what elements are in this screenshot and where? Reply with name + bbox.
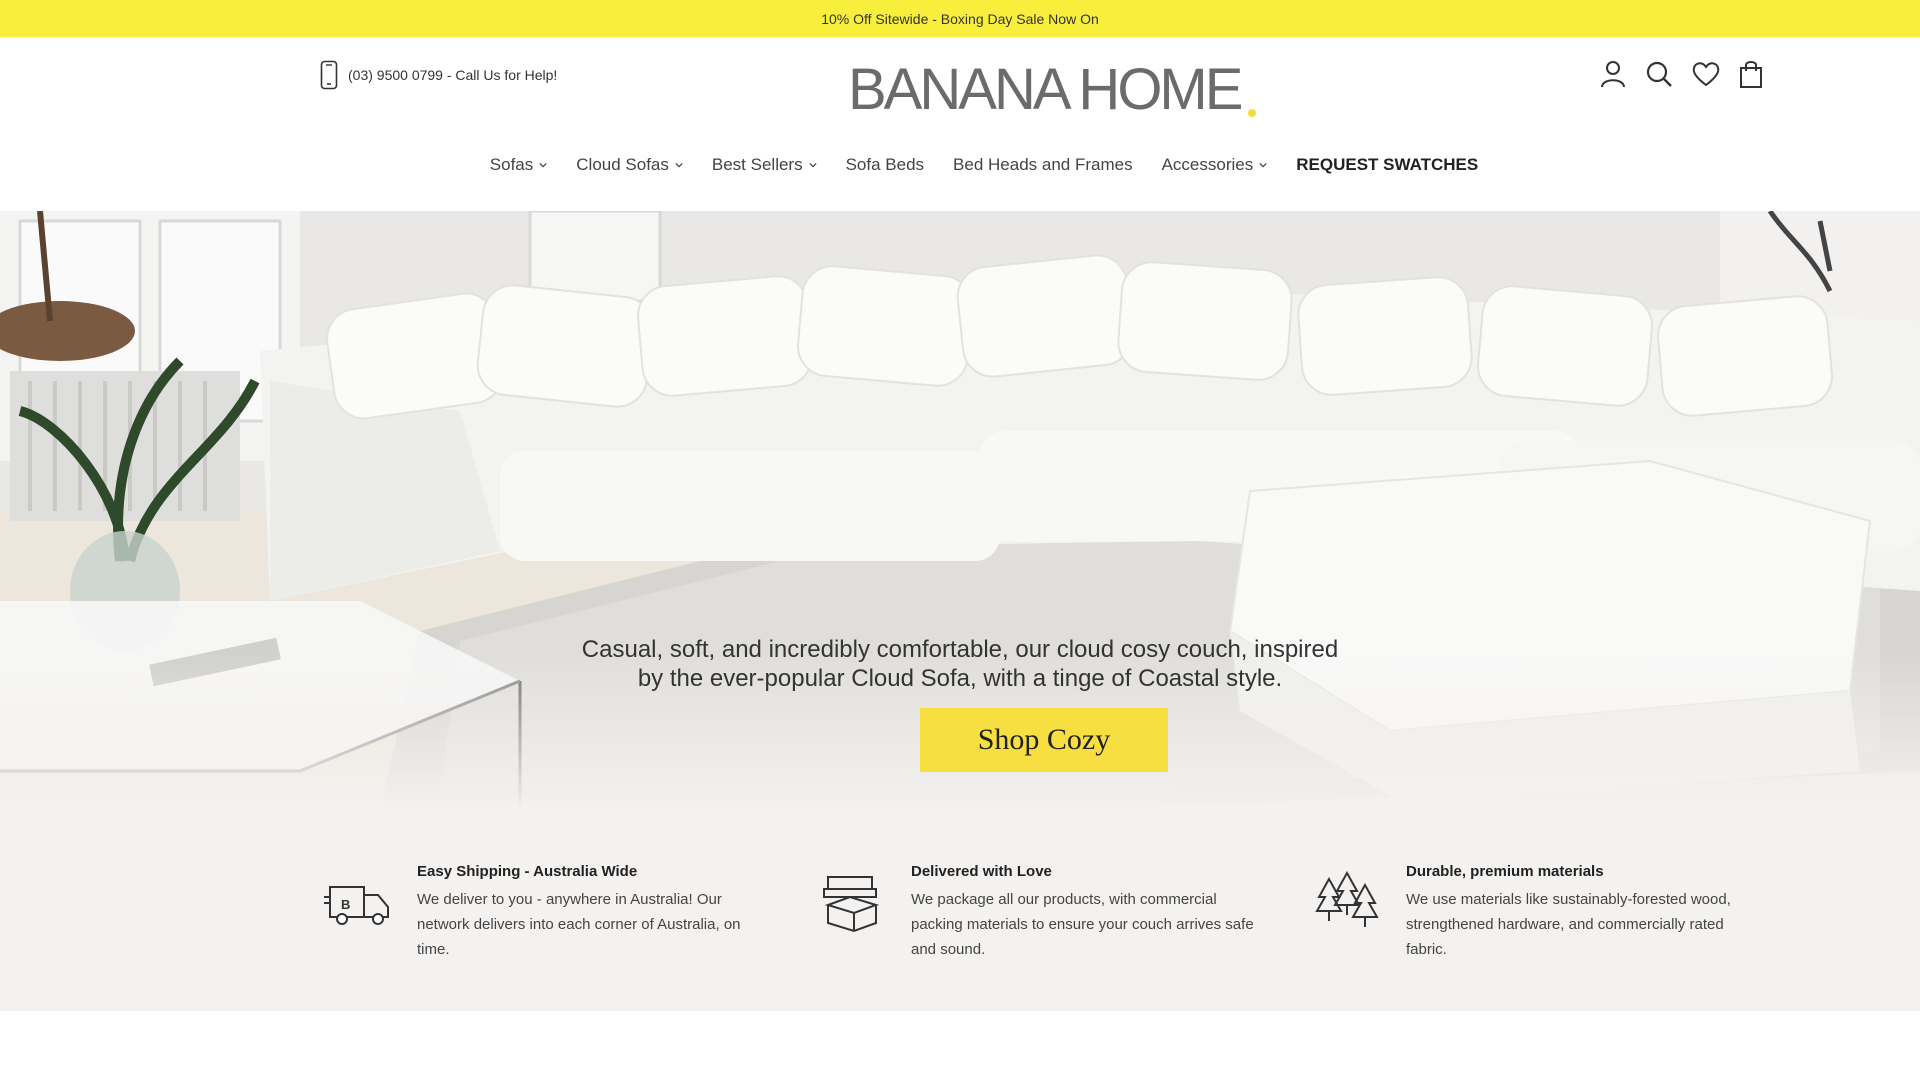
nav-item-best-sellers[interactable]: Best Sellers [712,155,817,175]
shop-cozy-button[interactable]: Shop Cozy [920,708,1168,772]
feature-description: We package all our products, with commer… [911,891,1254,958]
delivery-truck-icon: B [324,886,389,925]
features-strip: B Easy Shipping - Australia Wide We deli… [0,811,1920,1011]
announcement-text: 10% Off Sitewide - Boxing Day Sale Now O… [821,10,1099,27]
hero-banner: Casual, soft, and incredibly comfortable… [0,211,1920,811]
chevron-down-icon [808,162,817,168]
chevron-down-icon [675,162,683,168]
hero-tagline-line1: Casual, soft, and incredibly comfortable… [581,636,1339,663]
nav-item-cloud-sofas[interactable]: Cloud Sofas [576,155,683,175]
logo-text: BANANA HOME [848,57,1243,122]
cart-bag-icon[interactable] [1738,59,1764,89]
phone-text: (03) 9500 0799 - Call Us for Help! [348,67,558,83]
site-header: (03) 9500 0799 - Call Us for Help! BANAN… [0,37,1920,211]
chevron-down-icon [539,162,547,168]
sofa-box-icon [823,876,880,933]
feature-title: Delivered with Love [911,863,1052,880]
main-navigation: Sofas Cloud Sofas Best Sellers Sofa Beds… [0,155,1920,175]
wishlist-heart-icon[interactable] [1692,59,1720,89]
nav-item-accessories[interactable]: Accessories [1162,155,1268,175]
hero-tagline: Casual, soft, and incredibly comfortable… [0,635,1920,693]
logo-dot [1248,109,1257,117]
feature-description: We deliver to you - anywhere in Australi… [417,891,741,958]
nav-label: Bed Heads and Frames [953,155,1133,174]
nav-label: Sofas [489,155,534,174]
search-icon[interactable] [1646,59,1672,89]
feature-title: Durable, premium materials [1406,863,1604,880]
chevron-down-icon [1259,162,1267,168]
phone-contact[interactable]: (03) 9500 0799 - Call Us for Help! [320,60,557,90]
nav-label: Sofa Beds [845,155,925,174]
site-logo[interactable]: BANANA HOME [848,57,1257,122]
nav-label: Best Sellers [711,155,803,174]
account-icon[interactable] [1600,59,1626,89]
svg-text:B: B [341,897,350,912]
feature-description: We use materials like sustainably-forest… [1406,891,1731,958]
nav-label: Accessories [1161,155,1254,174]
nav-item-sofa-beds[interactable]: Sofa Beds [846,155,924,175]
announcement-bar: 10% Off Sitewide - Boxing Day Sale Now O… [0,0,1920,37]
nav-item-bed-heads-frames[interactable]: Bed Heads and Frames [953,155,1133,175]
nav-label: Cloud Sofas [576,155,669,174]
nav-item-sofas[interactable]: Sofas [490,155,547,175]
header-actions [1600,59,1764,89]
trees-icon [1315,871,1379,927]
nav-item-request-swatches[interactable]: REQUEST SWATCHES [1296,155,1478,175]
phone-icon [320,60,338,90]
nav-label: REQUEST SWATCHES [1296,155,1479,174]
feature-title: Easy Shipping - Australia Wide [417,863,638,880]
hero-tagline-line2: by the ever-popular Cloud Sofa, with a t… [637,665,1283,692]
